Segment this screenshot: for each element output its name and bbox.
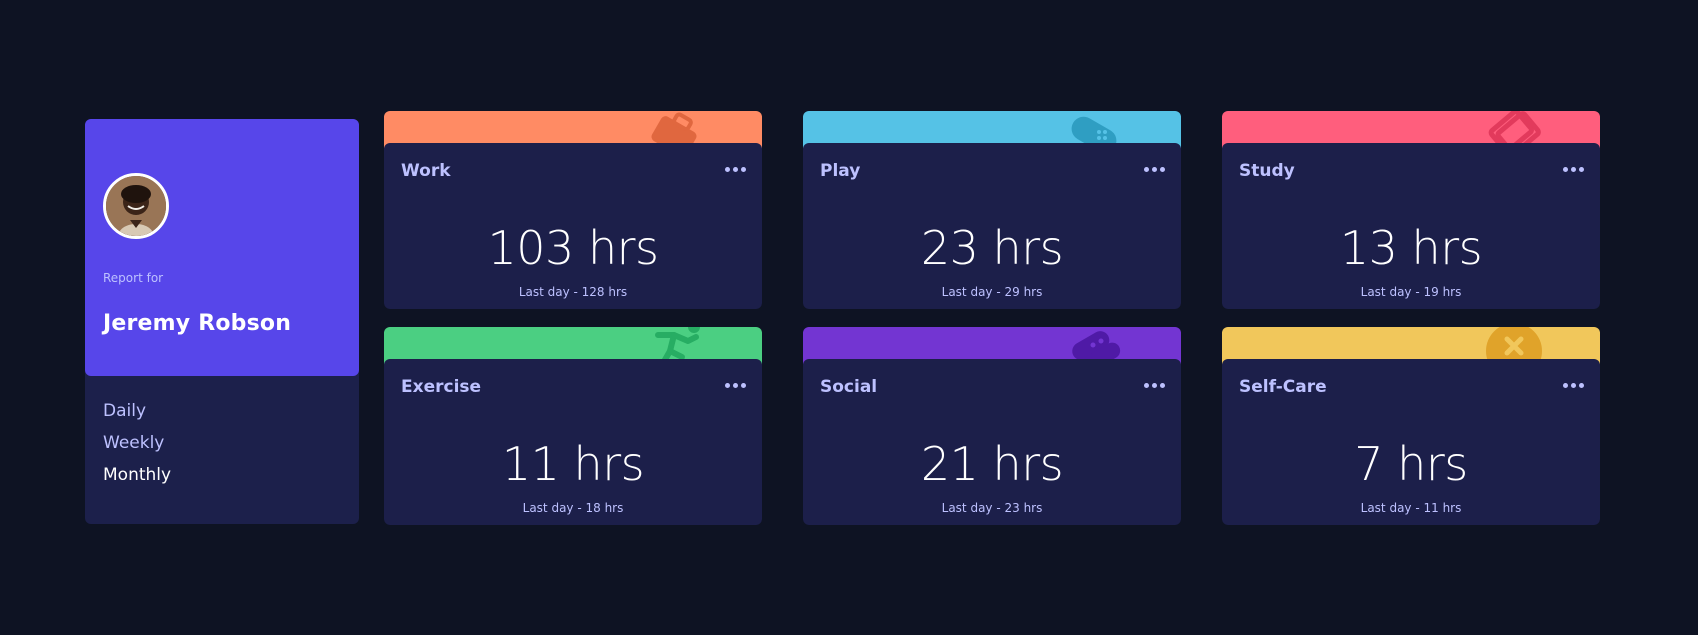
activity-card-study: Study 13 hrs Last day - 19 hrs bbox=[1222, 111, 1600, 309]
ellipsis-icon[interactable] bbox=[725, 163, 746, 176]
card-previous: Last day - 18 hrs bbox=[522, 501, 624, 515]
dashboard: Report for Jeremy Robson Daily Weekly Mo… bbox=[85, 111, 1600, 525]
card-body[interactable]: Self-Care 7 hrs Last day - 11 hrs bbox=[1222, 359, 1600, 525]
activity-card-work: Work 103 hrs Last day - 128 hrs bbox=[384, 111, 762, 309]
activity-card-play: Play 23 hrs Last day - 29 hrs bbox=[803, 111, 1181, 309]
profile-header: Report for Jeremy Robson bbox=[85, 119, 359, 376]
ellipsis-icon[interactable] bbox=[1144, 163, 1165, 176]
card-body[interactable]: Study 13 hrs Last day - 19 hrs bbox=[1222, 143, 1600, 309]
avatar bbox=[103, 173, 169, 239]
card-title: Self-Care bbox=[1239, 377, 1327, 397]
card-previous: Last day - 128 hrs bbox=[518, 285, 628, 299]
card-hours: 103 hrs bbox=[487, 221, 659, 275]
card-previous: Last day - 29 hrs bbox=[941, 285, 1043, 299]
ellipsis-icon[interactable] bbox=[1563, 163, 1584, 176]
card-title: Play bbox=[820, 161, 861, 181]
activity-card-exercise: Exercise 11 hrs Last day - 18 hrs bbox=[384, 327, 762, 525]
card-title: Exercise bbox=[401, 377, 482, 397]
ellipsis-icon[interactable] bbox=[1563, 379, 1584, 392]
timeframe-weekly[interactable]: Weekly bbox=[103, 433, 171, 453]
card-previous: Last day - 23 hrs bbox=[941, 501, 1043, 515]
profile-card: Report for Jeremy Robson Daily Weekly Mo… bbox=[85, 119, 359, 524]
report-for-label: Report for bbox=[103, 271, 164, 285]
card-hours: 21 hrs bbox=[920, 437, 1064, 491]
card-body[interactable]: Work 103 hrs Last day - 128 hrs bbox=[384, 143, 762, 309]
ellipsis-icon[interactable] bbox=[1144, 379, 1165, 392]
activity-card-social: Social 21 hrs Last day - 23 hrs bbox=[803, 327, 1181, 525]
activity-grid: Work 103 hrs Last day - 128 hrs Play 23 … bbox=[384, 111, 1600, 525]
card-hours: 11 hrs bbox=[501, 437, 645, 491]
card-body[interactable]: Social 21 hrs Last day - 23 hrs bbox=[803, 359, 1181, 525]
user-name: Jeremy Robson bbox=[103, 311, 292, 336]
ellipsis-icon[interactable] bbox=[725, 379, 746, 392]
card-body[interactable]: Exercise 11 hrs Last day - 18 hrs bbox=[384, 359, 762, 525]
card-title: Social bbox=[820, 377, 878, 397]
card-title: Work bbox=[401, 161, 451, 181]
timeframe-daily[interactable]: Daily bbox=[103, 401, 171, 421]
activity-card-self-care: Self-Care 7 hrs Last day - 11 hrs bbox=[1222, 327, 1600, 525]
timeframe-nav: Daily Weekly Monthly bbox=[103, 401, 171, 485]
card-hours: 7 hrs bbox=[1354, 437, 1468, 491]
card-previous: Last day - 19 hrs bbox=[1360, 285, 1462, 299]
card-previous: Last day - 11 hrs bbox=[1360, 501, 1462, 515]
card-hours: 23 hrs bbox=[920, 221, 1064, 275]
card-body[interactable]: Play 23 hrs Last day - 29 hrs bbox=[803, 143, 1181, 309]
timeframe-monthly[interactable]: Monthly bbox=[103, 465, 171, 485]
card-hours: 13 hrs bbox=[1339, 221, 1483, 275]
card-title: Study bbox=[1239, 161, 1295, 181]
